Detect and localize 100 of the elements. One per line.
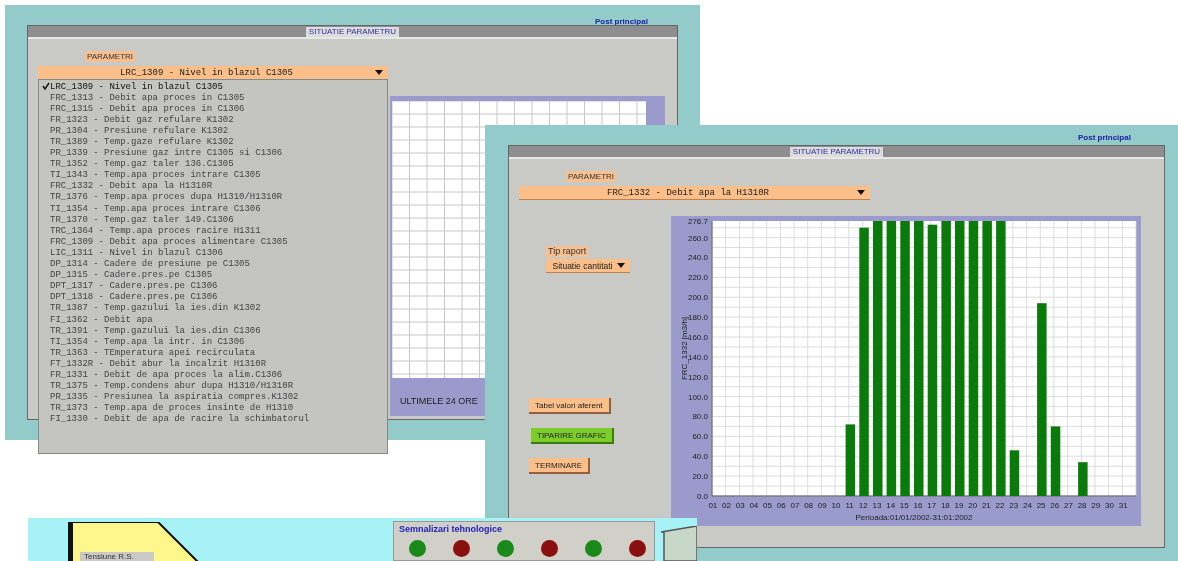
dropdown-option[interactable]: TR_1363 - TEmperatura apei recirculata <box>42 347 387 359</box>
x-tick-label: 19 <box>954 501 964 510</box>
y-tick-label: 100.0 <box>687 392 708 402</box>
dropdown-option[interactable]: DP_1314 - Cadere de presiune pe C1305 <box>42 258 387 270</box>
parameter-label: PARAMETRI <box>85 51 136 62</box>
x-tick-label: 23 <box>1009 501 1019 510</box>
y-tick-label: 140.0 <box>687 352 708 362</box>
chart-caption: ULTIMELE 24 ORE <box>400 396 478 406</box>
x-tick-label: 20 <box>968 501 978 510</box>
dropdown-option[interactable]: TR_1387 - Temp.gazului la ies.din K1302 <box>42 302 387 314</box>
window-title: SITUATIE PARAMETRU <box>305 26 400 37</box>
dropdown-option[interactable]: PR_1339 - Presiune gaz intre C1305 si C1306 <box>42 147 387 159</box>
y-tick-label: 180.0 <box>687 313 708 323</box>
x-tick-label: 01 <box>708 501 718 510</box>
y-tick-label: 40.0 <box>692 452 708 462</box>
y-tick-label: 260.0 <box>687 233 708 243</box>
x-tick-label: 26 <box>1050 501 1060 510</box>
dropdown-option[interactable]: TRC_1364 - Temp.apa proces racire H1311 <box>42 225 387 237</box>
dropdown-option[interactable]: TR_1370 - Temp.gaz taler 149.C1306 <box>42 214 387 226</box>
y-tick-label: 220.0 <box>687 273 708 283</box>
x-tick-label: 05 <box>763 501 772 510</box>
dropdown-option[interactable]: PR_1304 - Presiune refulare K1302 <box>42 125 387 137</box>
parameter-label: PARAMETRI <box>566 171 617 182</box>
report-type-label: Tip raport <box>546 246 589 257</box>
x-tick-label: 29 <box>1091 501 1101 510</box>
dropdown-option[interactable]: TR_1391 - Temp.gazului la ies.din C1306 <box>42 325 387 337</box>
roof-drawing <box>661 526 697 561</box>
dropdown-option[interactable]: TI_1354 - Temp.apa la intr. in C1306 <box>42 336 387 348</box>
x-tick-label: 02 <box>722 501 731 510</box>
action-button[interactable]: Tabel valori aferent <box>529 398 611 414</box>
parameter-dropdown[interactable]: LRC_1309 - Nivel in blazul C1305 <box>38 66 388 80</box>
dropdown-option[interactable]: LRC_1309 - Nivel in blazul C1305 <box>42 81 387 93</box>
x-tick-label: 03 <box>735 501 745 510</box>
bar <box>1078 462 1088 496</box>
parameter-dropdown[interactable]: FRC_1332 - Debit apa la H1310R <box>519 186 870 200</box>
dropdown-option[interactable]: DPT_1317 - Cadere.pres.pe C1306 <box>42 280 387 292</box>
dropdown-option[interactable]: DP_1315 - Cadere.pres.pe C1305 <box>42 269 387 281</box>
dropdown-option[interactable]: TI_1343 - Temp.apa proces intrare C1305 <box>42 169 387 181</box>
dropdown-option[interactable]: TR_1376 - Temp.apa proces dupa H1310/H1310R <box>42 191 387 204</box>
x-tick-label: 11 <box>845 501 854 510</box>
corner-label: Post principal <box>1078 133 1131 143</box>
x-tick-label: 22 <box>995 501 1005 510</box>
x-tick-label: 30 <box>1105 501 1114 510</box>
x-tick-label: 27 <box>1064 501 1073 510</box>
y-tick-label: 80.0 <box>692 412 708 422</box>
x-tick-label: 07 <box>790 501 800 510</box>
dropdown-option[interactable]: FI_1330 - Debit de apa de racire la schimbatorul <box>42 413 387 425</box>
dropdown-option[interactable]: FRC_1332 - Debit apa la H1310R <box>42 180 387 192</box>
corner-label: Post principal <box>595 17 648 27</box>
caret-icon <box>857 190 865 195</box>
dropdown-option[interactable]: FRC_1309 - Debit apa proces alimentare C1305 <box>42 236 387 248</box>
print-button[interactable]: TIPARIRE GRAFIC <box>531 428 614 444</box>
x-tick-label: 17 <box>927 501 937 510</box>
y-tick-label: 0.0 <box>696 492 708 501</box>
dropdown-option[interactable]: PR_1335 - Presiunea la aspiratia compres.K1302 <box>42 391 387 403</box>
bar <box>845 424 856 496</box>
dropdown-option[interactable]: FR_1331 - Debit de apa proces la alim.C1306 <box>42 369 387 381</box>
x-tick-label: 14 <box>886 501 896 510</box>
x-tick-label: 24 <box>1022 501 1032 510</box>
bar <box>1050 426 1061 496</box>
x-tick-label: 04 <box>749 501 759 510</box>
x-tick-label: 09 <box>817 501 827 510</box>
x-tick-label: 18 <box>940 501 950 510</box>
dropdown-option[interactable]: DPT_1318 - Cadere.pres.pe C1306 <box>42 291 387 303</box>
x-tick-label: 06 <box>776 501 786 510</box>
check-icon <box>42 81 50 93</box>
action-button[interactable]: TERMINARE <box>529 458 591 474</box>
dropdown-option[interactable]: TR_1375 - Temp.condens abur dupa H1310/H1310R <box>42 380 387 392</box>
y-tick-label: 160.0 <box>687 333 708 342</box>
dropdown-option[interactable]: TR_1352 - Temp.gaz taler 136.C1305 <box>42 158 387 170</box>
bar <box>1009 450 1020 496</box>
y-tick-label: 120.0 <box>687 372 708 382</box>
x-tick-label: 31 <box>1118 501 1128 510</box>
x-tick-label: 16 <box>913 501 923 510</box>
dropdown-option[interactable]: TR_1389 - Temp.gaze refulare K1302 <box>42 136 387 148</box>
y-tick-label: 20.0 <box>692 472 708 482</box>
x-tick-label: 25 <box>1036 501 1046 510</box>
y-axis-title: FRC_1332 [m3/h] <box>680 316 689 381</box>
y-tick-label: 276.7 <box>687 217 708 226</box>
x-tick-label: 21 <box>981 501 991 510</box>
x-tick-label: 13 <box>872 501 882 510</box>
dropdown-option[interactable]: FI_1362 - Debit apa <box>42 313 387 326</box>
dropdown-option[interactable]: TI_1354 - Temp.apa proces intrare C1306 <box>42 203 387 215</box>
dropdown-option[interactable]: FT_1332R - Debit abur la incalzit H1310R <box>42 358 387 370</box>
x-tick-label: 15 <box>899 501 909 510</box>
report-type-dropdown[interactable]: Situatie cantitati <box>546 259 630 273</box>
caret-icon <box>375 70 383 75</box>
signals-title: Semnalizari tehnologice <box>398 523 504 534</box>
dropdown-option[interactable]: FRC_1315 - Debit apa proces in C1306 <box>42 103 387 115</box>
x-tick-label: 10 <box>831 501 841 510</box>
dropdown-option[interactable]: TR_1373 - Temp.apa de proces insinte de H1310 <box>42 402 387 414</box>
gauge-label: Tensiune R.S. <box>80 552 154 561</box>
y-tick-label: 240.0 <box>687 253 708 263</box>
dropdown-option[interactable]: FRC_1313 - Debit apa proces in C1305 <box>42 92 387 104</box>
y-tick-label: 200.0 <box>687 293 708 303</box>
y-tick-label: 60.0 <box>692 432 708 442</box>
dropdown-option[interactable]: LIC_1311 - Nivel in blazul C1306 <box>42 247 387 259</box>
dropdown-option[interactable]: FR_1323 - Debit gaz refulare K1302 <box>42 114 387 126</box>
x-tick-label: 28 <box>1077 501 1087 510</box>
x-axis-title: Perioada:01/01/2002-31:01:2002 <box>855 513 973 522</box>
